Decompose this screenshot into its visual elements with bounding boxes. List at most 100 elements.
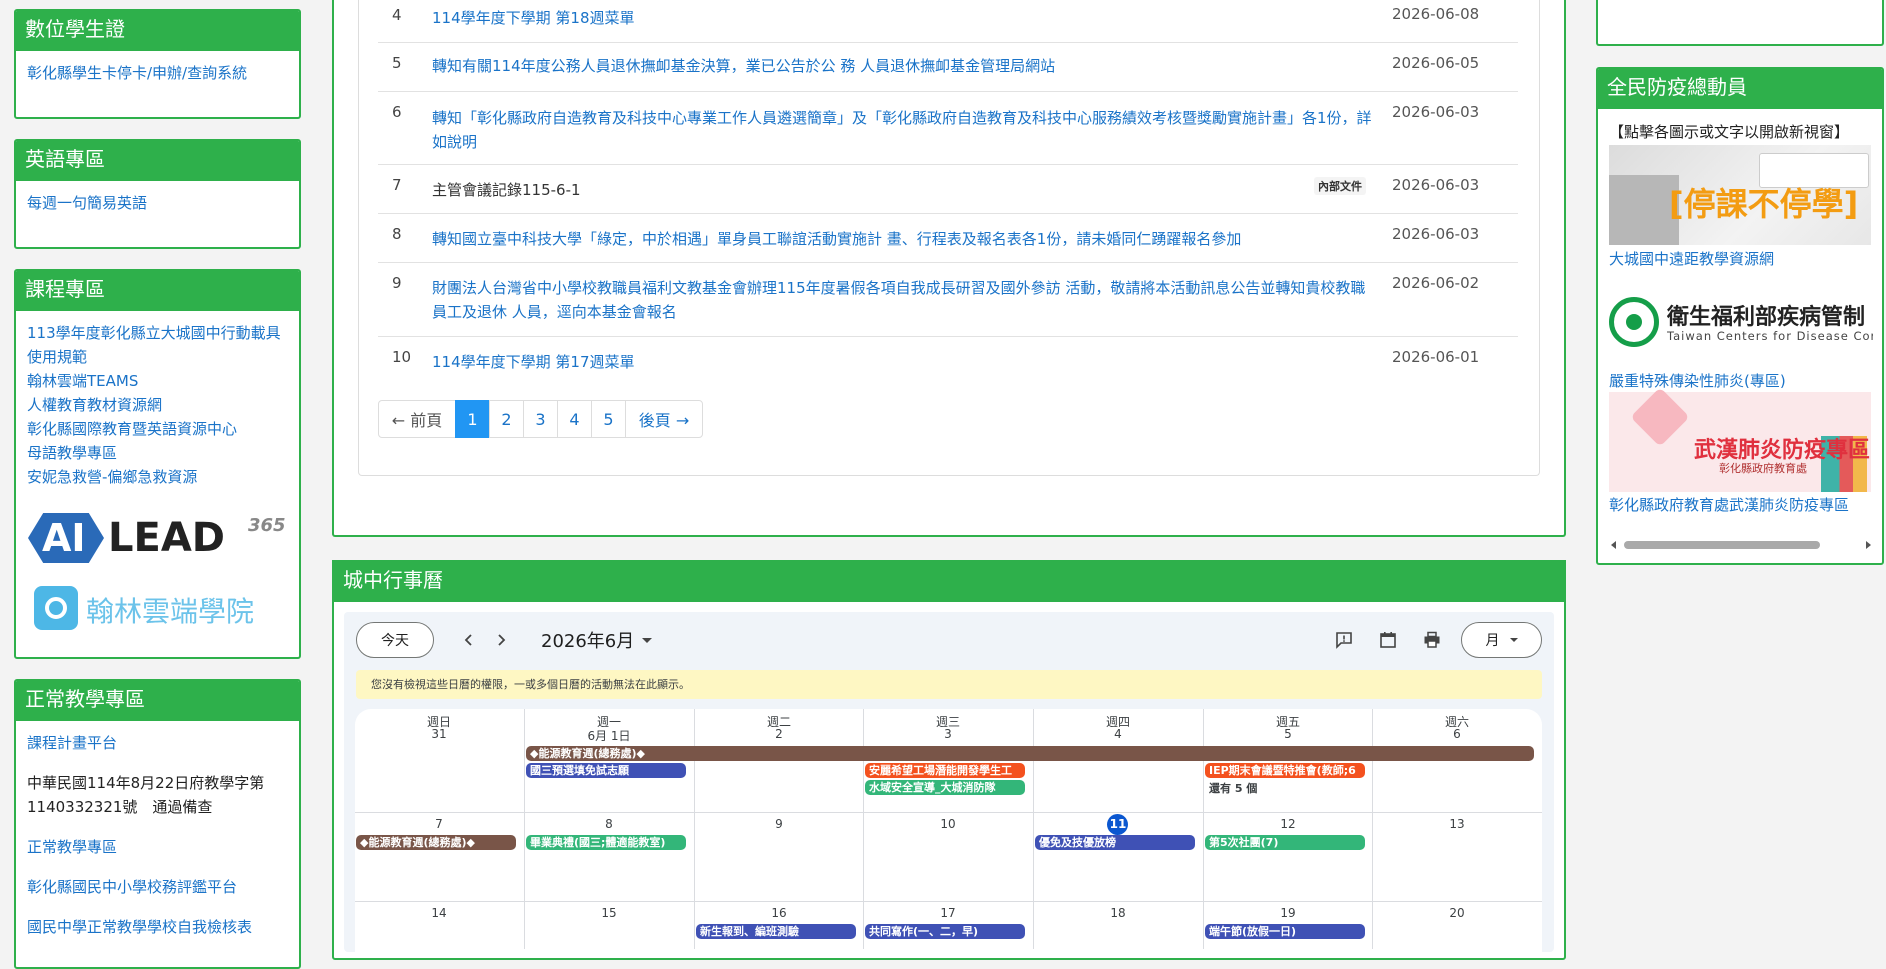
day-number[interactable]: 6月 1日 xyxy=(524,727,694,744)
day-number-today[interactable]: 11 xyxy=(1033,817,1203,831)
scrollbar-thumb[interactable] xyxy=(1624,541,1820,549)
calendar-event[interactable]: 優免及技優放榜 xyxy=(1035,835,1195,850)
news-title-link[interactable]: 財團法人台灣省中小學校教職員福利文教基金會辦理115年度暑假各項自我成長研習及國… xyxy=(432,276,1372,324)
day-number[interactable]: 18 xyxy=(1033,906,1203,920)
news-title-link[interactable]: 轉知有關114年度公務人員退休撫卹基金決算，業已公告於公 務 人員退休撫卹基金管… xyxy=(432,54,1362,78)
month-selector[interactable]: 2026年6月 xyxy=(541,628,653,652)
course-plan-link[interactable]: 課程計畫平台 xyxy=(27,731,288,755)
day-number[interactable]: 6 xyxy=(1372,727,1542,741)
cdc-logo[interactable]: 衛生福利部疾病管制 Taiwan Centers for Disease Cor xyxy=(1609,289,1873,359)
news-title-text[interactable]: 主管會議記錄115-6-1 xyxy=(432,178,1362,202)
day-number[interactable]: 14 xyxy=(354,906,524,920)
english-link[interactable]: 每週一句簡易英語 xyxy=(27,191,288,215)
courses-links: 113學年度彰化縣立大城國中行動載具使用規範 翰林雲端TEAMS 人權教育教材資… xyxy=(16,311,299,489)
day-number[interactable]: 19 xyxy=(1203,906,1373,920)
day-number[interactable]: 8 xyxy=(524,817,694,831)
prev-page-button[interactable]: ← 前頁 xyxy=(378,400,456,438)
cdc-link[interactable]: 嚴重特殊傳染性肺炎(專區) xyxy=(1609,369,1786,393)
chevron-left-icon[interactable] xyxy=(457,628,481,652)
next-page-button[interactable]: 後頁 → xyxy=(625,400,703,438)
calendar-event[interactable]: 安麗希望工場潛能開發學生工 xyxy=(865,763,1025,778)
course-link[interactable]: 翰林雲端TEAMS xyxy=(27,369,288,393)
course-link[interactable]: 母語教學專區 xyxy=(27,441,288,465)
page-5-button[interactable]: 5 xyxy=(591,400,626,438)
ai-lead-logo[interactable]: AI LEAD 365 xyxy=(28,511,288,571)
calendar-event[interactable]: 水域安全宣導_大城消防隊 xyxy=(865,780,1025,795)
page-4-button[interactable]: 4 xyxy=(557,400,592,438)
feedback-icon[interactable] xyxy=(1332,628,1356,652)
calendar-event[interactable]: 畢業典禮(國三;體適能教室) xyxy=(526,835,686,850)
news-date: 2026-06-05 xyxy=(1392,54,1480,72)
day-number[interactable]: 12 xyxy=(1203,817,1373,831)
day-number[interactable]: 2 xyxy=(694,727,864,741)
today-button[interactable]: 今天 xyxy=(356,622,434,658)
view-selector[interactable]: 月 xyxy=(1461,622,1542,658)
day-number[interactable]: 17 xyxy=(863,906,1033,920)
logo-lead-text: LEAD xyxy=(108,515,225,561)
news-title-link[interactable]: 114學年度下學期 第17週菜單 xyxy=(432,350,1362,374)
horizontal-scrollbar[interactable] xyxy=(1609,539,1873,551)
cdc-emblem-icon xyxy=(1609,297,1659,347)
panel-title: 全民防疫總動員 xyxy=(1598,69,1882,109)
day-number[interactable]: 31 xyxy=(354,727,524,741)
course-link[interactable]: 113學年度彰化縣立大城國中行動載具使用規範 xyxy=(27,321,288,369)
day-number[interactable]: 9 xyxy=(694,817,864,831)
calendar-icon[interactable] xyxy=(1376,628,1400,652)
remote-learning-link[interactable]: 大城國中遠距教學資源網 xyxy=(1609,247,1774,271)
calendar-event[interactable]: ◆能源教育週(總務處)◆ xyxy=(526,746,1534,761)
student-card-link[interactable]: 彰化縣學生卡停卡/申辦/查詢系統 xyxy=(27,61,288,85)
view-label: 月 xyxy=(1485,633,1500,649)
calendar-event[interactable]: 共同寫作(一、二，早) xyxy=(865,924,1025,939)
news-date: 2026-06-01 xyxy=(1392,348,1480,366)
course-link[interactable]: 彰化縣國際教育暨英語資源中心 xyxy=(27,417,288,441)
calendar-event[interactable]: 新生報到、編班測驗 xyxy=(696,924,856,939)
self-check-link[interactable]: 國民中學正常教學學校自我檢核表 xyxy=(27,915,288,939)
logo-ai-text: AI xyxy=(42,516,86,560)
scroll-left-icon[interactable] xyxy=(1611,541,1616,549)
calendar-event[interactable]: 端午節(放假一日) xyxy=(1205,924,1365,939)
normal-teaching-link[interactable]: 正常教學專區 xyxy=(27,835,288,859)
page-3-button[interactable]: 3 xyxy=(523,400,558,438)
internal-doc-badge: 內部文件 xyxy=(1314,177,1366,195)
day-number[interactable]: 16 xyxy=(694,906,864,920)
hanlin-logo[interactable]: 翰林雲端學院 xyxy=(34,584,274,634)
course-link[interactable]: 人權教育教材資源網 xyxy=(27,393,288,417)
remote-learning-image[interactable]: [停課不停學] xyxy=(1609,145,1871,245)
news-row: 9 財團法人台灣省中小學校教職員福利文教基金會辦理115年度暑假各項自我成長研習… xyxy=(378,263,1518,337)
day-number[interactable]: 13 xyxy=(1372,817,1542,831)
calendar-title: 城中行事曆 xyxy=(332,560,1566,602)
calendar-event[interactable]: IEP期末會議暨特推會(教師;6 xyxy=(1205,763,1365,778)
news-date: 2026-06-02 xyxy=(1392,274,1480,292)
wuhan-epidemic-link[interactable]: 彰化縣政府教育處武漢肺炎防疫專區 xyxy=(1609,493,1849,517)
news-title-link[interactable]: 轉知「彰化縣政府自造教育及科技中心專業工作人員遴選簡章」及「彰化縣政府自造教育及… xyxy=(432,106,1372,154)
day-number[interactable]: 4 xyxy=(1033,727,1203,741)
row-number: 9 xyxy=(392,274,402,292)
news-title-link[interactable]: 114學年度下學期 第18週菜單 xyxy=(432,6,1362,30)
print-icon[interactable] xyxy=(1420,628,1444,652)
hanlin-text: 翰林雲端學院 xyxy=(86,595,255,628)
permission-notice: 您沒有檢視這些日曆的權限，一或多個日曆的活動無法在此顯示。 xyxy=(356,670,1542,699)
day-number[interactable]: 5 xyxy=(1203,727,1373,741)
month-label: 2026年6月 xyxy=(541,631,635,652)
more-events-link[interactable]: 還有 5 個 xyxy=(1209,780,1257,796)
calendar-event[interactable]: ◆能源教育週(總務處)◆ xyxy=(356,835,516,850)
page-1-button[interactable]: 1 xyxy=(455,400,490,438)
day-number[interactable]: 7 xyxy=(354,817,524,831)
panel-title: 英語專區 xyxy=(16,141,299,181)
evaluation-link[interactable]: 彰化縣國民中小學校務評鑑平台 xyxy=(27,875,288,899)
calendar-event[interactable]: 國三預選填免試志願 xyxy=(526,763,686,778)
calendar-event[interactable]: 第5次社團(7) xyxy=(1205,835,1365,850)
news-row: 4 114學年度下學期 第18週菜單 2026-06-08 xyxy=(378,0,1518,43)
right-top-panel xyxy=(1596,0,1884,46)
chevron-right-icon[interactable] xyxy=(489,628,513,652)
day-number[interactable]: 20 xyxy=(1372,906,1542,920)
day-number[interactable]: 15 xyxy=(524,906,694,920)
day-number[interactable]: 3 xyxy=(863,727,1033,741)
row-number: 5 xyxy=(392,54,402,72)
news-title-link[interactable]: 轉知國立臺中科技大學「綠定，中於相遇」單身員工聯誼活動實施計 畫、行程表及報名表… xyxy=(432,227,1362,251)
scroll-right-icon[interactable] xyxy=(1866,541,1871,549)
course-link[interactable]: 安妮急救營-偏鄉急救資源 xyxy=(27,465,288,489)
page-2-button[interactable]: 2 xyxy=(489,400,524,438)
wuhan-epidemic-image[interactable]: 武漢肺炎防疫專區 彰化縣政府教育處 xyxy=(1609,387,1871,492)
day-number[interactable]: 10 xyxy=(863,817,1033,831)
